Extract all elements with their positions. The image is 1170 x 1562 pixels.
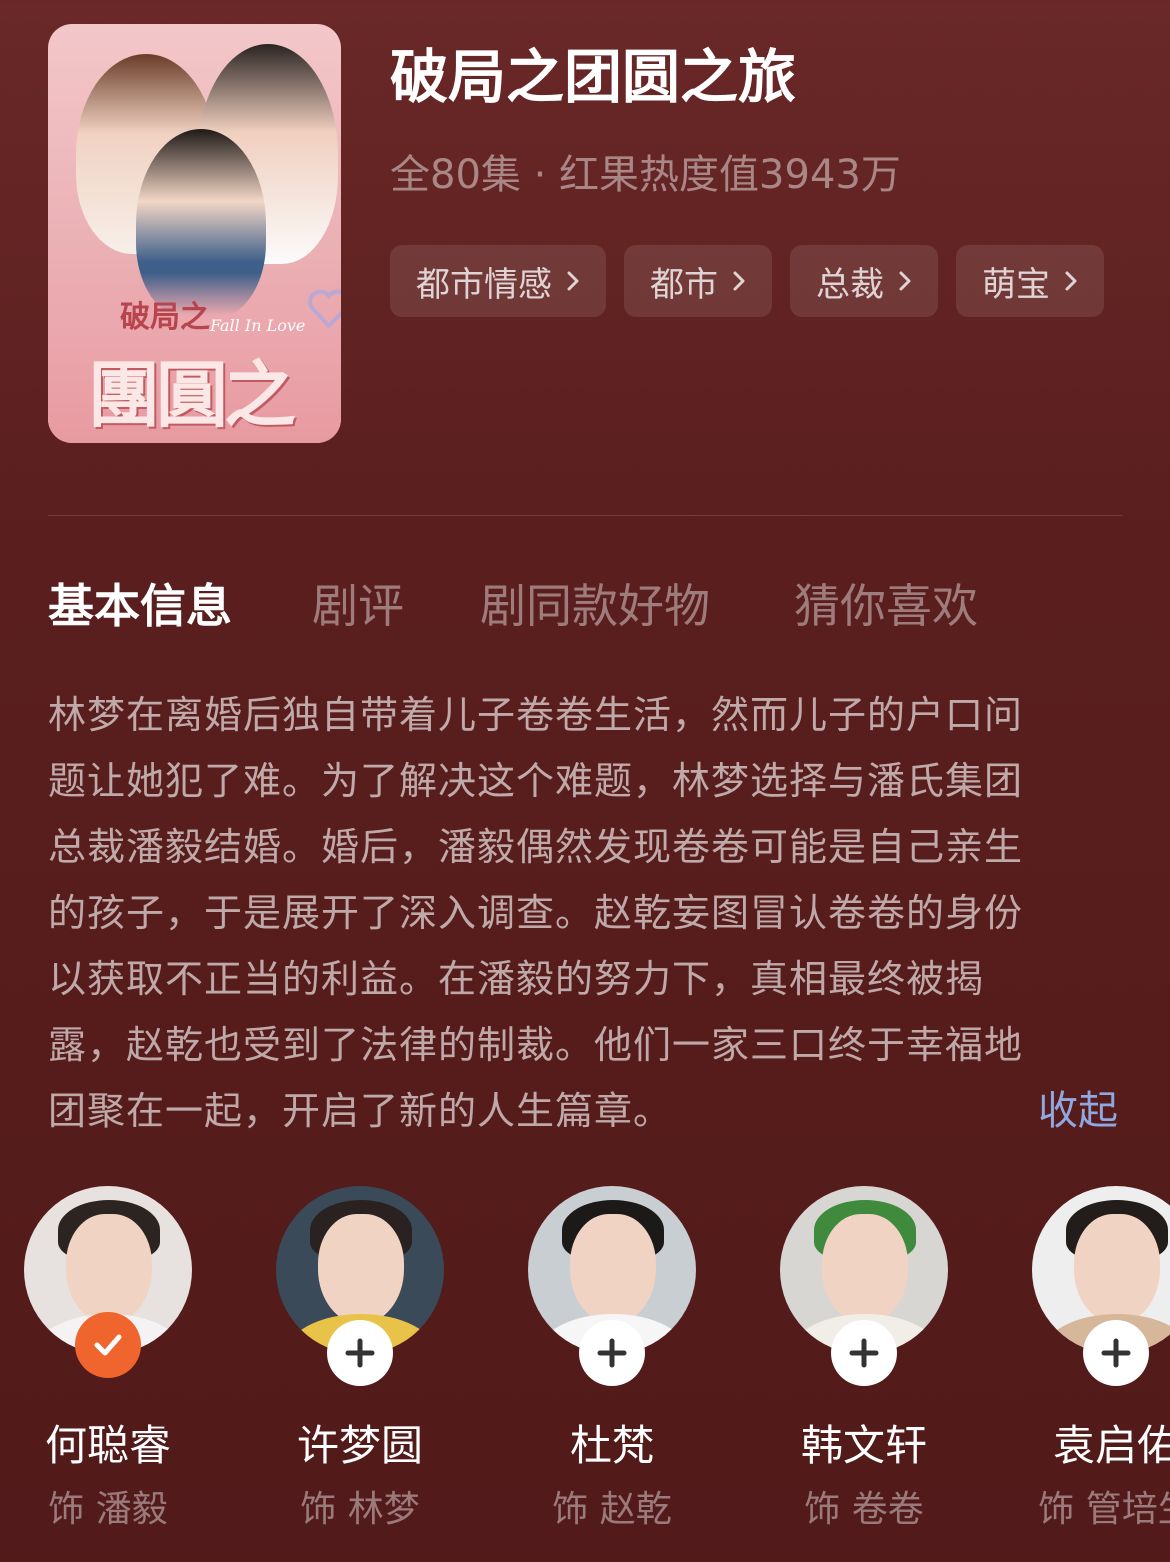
tag-chip[interactable]: 都市情感 xyxy=(390,245,606,317)
synopsis-line: 露，赵乾也受到了法律的制裁。他们一家三口终于幸福地 xyxy=(48,1023,1024,1067)
cast-name: 许梦圆 xyxy=(296,1421,424,1470)
follow-button[interactable] xyxy=(579,1320,645,1386)
plus-icon xyxy=(345,1338,375,1368)
tag-label: 都市 xyxy=(650,264,718,305)
tag-label: 总裁 xyxy=(816,264,884,305)
poster-subtitle-en: Fall In Love xyxy=(210,316,306,335)
tag-chip[interactable]: 都市 xyxy=(624,245,772,317)
cast-role: 饰 潘毅 xyxy=(48,1489,168,1530)
chevron-right-icon xyxy=(567,271,579,291)
synopsis-line: 林梦在离婚后独自带着儿子卷卷生活，然而儿子的户口问 xyxy=(48,693,1024,737)
tab-recommendations[interactable]: 猜你喜欢 xyxy=(794,570,978,636)
tag-chip[interactable]: 总裁 xyxy=(790,245,938,317)
chevron-right-icon xyxy=(733,271,745,291)
cast-role: 饰 赵乾 xyxy=(552,1489,672,1530)
tab-reviews[interactable]: 剧评 xyxy=(312,570,404,636)
section-divider xyxy=(48,515,1122,516)
follow-button[interactable] xyxy=(327,1320,393,1386)
tag-chip[interactable]: 萌宝 xyxy=(956,245,1104,317)
synopsis-line: 的孩子，于是展开了深入调查。赵乾妄图冒认卷卷的身份 xyxy=(48,891,1024,935)
cast-role: 饰 卷卷 xyxy=(804,1489,924,1530)
synopsis-text: 林梦在离婚后独自带着儿子卷卷生活，然而儿子的户口问 题让她犯了难。为了解决这个难… xyxy=(48,682,1110,1144)
tag-label: 都市情感 xyxy=(416,264,552,305)
chevron-right-icon xyxy=(1065,271,1077,291)
genre-tags: 都市情感 都市 总裁 萌宝 xyxy=(390,245,1104,317)
synopsis-line: 团聚在一起，开启了新的人生篇章。 xyxy=(48,1089,673,1133)
collapse-button[interactable]: 收起 xyxy=(1038,1078,1118,1136)
follow-button[interactable] xyxy=(1083,1320,1149,1386)
plus-icon xyxy=(849,1338,879,1368)
heart-icon xyxy=(308,289,341,329)
cast-role: 饰 林梦 xyxy=(300,1489,420,1530)
check-icon xyxy=(94,1334,122,1356)
followed-badge[interactable] xyxy=(75,1312,141,1378)
plus-icon xyxy=(1101,1338,1131,1368)
cast-name: 杜梵 xyxy=(569,1421,655,1470)
tag-label: 萌宝 xyxy=(982,264,1050,305)
cast-list: 何聪睿 饰 潘毅 许梦圆 饰 林梦 杜梵 饰 赵乾 韩文轩 饰 卷卷 袁启佑 饰… xyxy=(0,1186,1170,1546)
plus-icon xyxy=(597,1338,627,1368)
show-poster[interactable]: 破局之 Fall In Love 團圓之旅 xyxy=(48,24,341,443)
tab-basic-info[interactable]: 基本信息 xyxy=(48,570,232,636)
follow-button[interactable] xyxy=(831,1320,897,1386)
synopsis-line: 以获取不正当的利益。在潘毅的努力下，真相最终被揭 xyxy=(48,957,985,1001)
chevron-right-icon xyxy=(899,271,911,291)
synopsis-line: 总裁潘毅结婚。婚后，潘毅偶然发现卷卷可能是自己亲生 xyxy=(48,825,1024,869)
cast-role: 饰 管培生 xyxy=(1038,1489,1170,1530)
poster-title-large: 團圓之旅 xyxy=(88,352,296,437)
cast-name: 韩文轩 xyxy=(800,1421,928,1470)
tab-same-products[interactable]: 剧同款好物 xyxy=(480,570,710,636)
show-meta: 全80集 · 红果热度值3943万 xyxy=(390,152,901,198)
cast-name: 袁启佑 xyxy=(1052,1421,1170,1470)
poster-title-small: 破局之 xyxy=(120,300,210,335)
show-title: 破局之团圆之旅 xyxy=(390,43,797,111)
synopsis-line: 题让她犯了难。为了解决这个难题，林梦选择与潘氏集团 xyxy=(48,759,1024,803)
cast-name: 何聪睿 xyxy=(44,1421,172,1470)
